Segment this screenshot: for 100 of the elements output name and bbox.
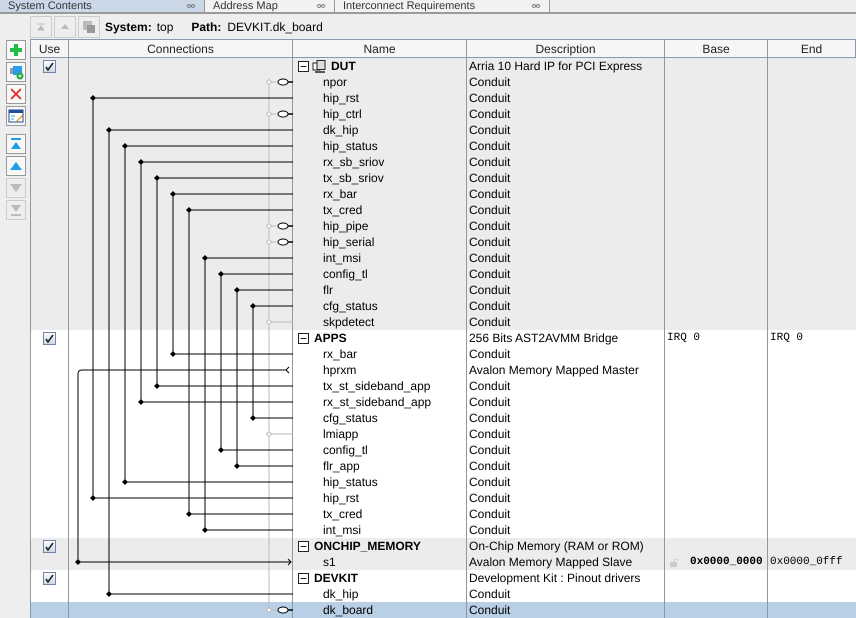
- port-name: flr: [323, 282, 333, 298]
- port-name: tx_sb_sriov: [323, 170, 384, 186]
- checkbox[interactable]: [43, 332, 56, 344]
- port-name: rx_st_sideband_app: [323, 394, 432, 410]
- end-address: 0x0000_0fff: [770, 555, 843, 570]
- description-text: Avalon Memory Mapped Master: [469, 362, 639, 378]
- port-name: tx_cred: [323, 506, 362, 522]
- port-name: tx_cred: [323, 202, 362, 218]
- description-text: Conduit: [469, 394, 510, 410]
- port-name: hip_status: [323, 474, 378, 490]
- tab[interactable]: Address Map: [205, 0, 335, 12]
- port-name: config_tl: [323, 266, 368, 282]
- port-name: hip_rst: [323, 90, 360, 106]
- path-value: DEVKIT.dk_board: [227, 18, 323, 36]
- component-name: APPS: [314, 330, 347, 346]
- component-name: DEVKIT: [314, 570, 358, 586]
- move-top-icon: [36, 22, 46, 30]
- lock-icon: [669, 558, 678, 566]
- description-text: Conduit: [469, 186, 510, 202]
- move-bottom-icon: [8, 202, 24, 218]
- move-top-icon: [8, 136, 24, 152]
- plus-icon: [8, 42, 24, 58]
- port-name: dk_hip: [323, 586, 358, 602]
- port-name: tx_st_sideband_app: [323, 378, 430, 394]
- add-component-icon: [8, 64, 24, 80]
- end-text: IRQ 0: [770, 331, 804, 346]
- description-text: Conduit: [469, 458, 510, 474]
- port-name: int_msi: [323, 522, 362, 538]
- description-text: Conduit: [469, 202, 510, 218]
- check-icon: [45, 542, 54, 550]
- base-address: 0x0000_0000: [690, 555, 763, 570]
- port-name: rx_bar: [323, 346, 358, 362]
- description-text: Conduit: [469, 282, 510, 298]
- collapse-icon[interactable]: [298, 540, 309, 552]
- check-icon: [45, 574, 54, 582]
- description-text: Conduit: [469, 586, 510, 602]
- description-text: Conduit: [469, 106, 510, 122]
- checkbox[interactable]: [43, 540, 56, 552]
- description-text: Conduit: [469, 602, 510, 618]
- base-text: IRQ 0: [667, 331, 700, 346]
- port-name: config_tl: [323, 442, 368, 458]
- port-name: dk_board: [323, 602, 374, 618]
- description-text: Conduit: [469, 250, 510, 266]
- move-up-icon: [61, 24, 69, 29]
- description-text: Conduit: [469, 506, 510, 522]
- port-name: skpdetect: [323, 314, 374, 330]
- description-text: Development Kit : Pinout drivers: [469, 570, 640, 586]
- component-name: DUT: [331, 58, 356, 74]
- collapse-icon[interactable]: [298, 332, 309, 344]
- close-icon: [186, 3, 196, 9]
- port-name: npor: [323, 74, 348, 90]
- collapse-icon[interactable]: [298, 60, 309, 72]
- description-text: Conduit: [469, 410, 510, 426]
- tab[interactable]: System Contents: [0, 0, 205, 12]
- port-name: cfg_status: [323, 298, 378, 314]
- port-name: flr_app: [323, 458, 360, 474]
- description-text: Conduit: [469, 266, 510, 282]
- check-icon: [45, 334, 54, 342]
- system-value: top: [156, 18, 174, 36]
- description-text: Conduit: [469, 442, 510, 458]
- port-name: rx_sb_sriov: [323, 154, 384, 170]
- port-name: rx_bar: [323, 186, 358, 202]
- close-icon: [316, 3, 326, 9]
- path-label: Path:: [191, 18, 222, 36]
- close-icon: [531, 3, 541, 9]
- description-text: Conduit: [469, 90, 510, 106]
- description-text: Conduit: [469, 154, 510, 170]
- component-name: ONCHIP_MEMORY: [314, 538, 421, 554]
- description-text: Conduit: [469, 234, 510, 250]
- port-name: int_msi: [323, 250, 362, 266]
- edit-icon: [8, 108, 24, 124]
- port-name: cfg_status: [323, 410, 378, 426]
- port-name: hprxm: [323, 362, 356, 378]
- port-name: hip_pipe: [323, 218, 368, 234]
- port-name: hip_ctrl: [323, 106, 362, 122]
- collapse-icon[interactable]: [298, 572, 309, 584]
- description-text: Conduit: [469, 74, 510, 90]
- port-name: s1: [323, 554, 336, 570]
- description-text: Conduit: [469, 522, 510, 538]
- checkbox[interactable]: [43, 60, 56, 72]
- delete-icon: [8, 86, 24, 102]
- description-text: Conduit: [469, 426, 510, 442]
- description-text: Conduit: [469, 346, 510, 362]
- description-text: Conduit: [469, 474, 510, 490]
- port-name: lmiapp: [323, 426, 358, 442]
- description-text: Conduit: [469, 298, 510, 314]
- toolbar-button[interactable]: [6, 84, 26, 104]
- description-text: Conduit: [469, 314, 510, 330]
- port-name: hip_rst: [323, 490, 360, 506]
- description-text: Conduit: [469, 138, 510, 154]
- checkbox[interactable]: [43, 572, 56, 584]
- toolbar-button[interactable]: [6, 106, 26, 126]
- description-text: Conduit: [469, 122, 510, 138]
- system-label: System:: [105, 18, 152, 36]
- description-text: 256 Bits AST2AVMM Bridge: [469, 330, 618, 346]
- description-text: Conduit: [469, 490, 510, 506]
- tab[interactable]: Interconnect Requirements: [335, 0, 550, 12]
- description-text: Arria 10 Hard IP for PCI Express: [469, 58, 642, 74]
- description-text: Conduit: [469, 170, 510, 186]
- description-text: Conduit: [469, 378, 510, 394]
